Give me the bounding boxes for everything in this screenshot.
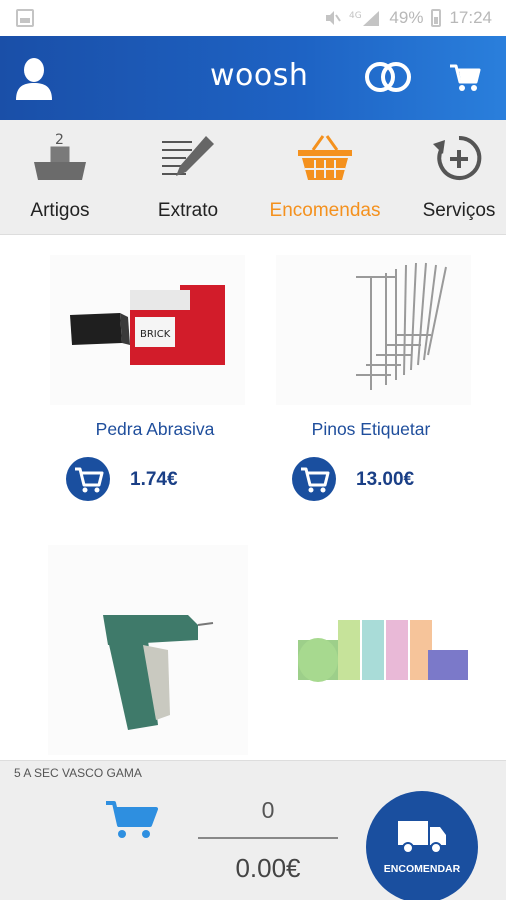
product-image[interactable]	[48, 545, 248, 755]
truck-icon	[398, 821, 446, 854]
product-price: 13.00€	[356, 469, 415, 490]
store-name: 5 A SEC VASCO GAMA	[14, 766, 142, 780]
product-image[interactable]	[276, 255, 471, 405]
add-to-cart-button[interactable]	[292, 457, 336, 501]
battery-percent: 49%	[389, 8, 424, 27]
cart-icon[interactable]	[448, 60, 482, 94]
battery-icon	[431, 9, 442, 27]
product-price: 1.74€	[130, 469, 178, 490]
basket-icon	[298, 135, 352, 180]
tab-label: Serviços	[422, 200, 496, 221]
product-grid: BRICK Pedra Abrasiva 1.74€ Pinos Etiquet…	[0, 235, 506, 760]
refresh-plus-icon	[433, 135, 482, 180]
document-pencil-icon	[162, 136, 214, 176]
app-logo: woosh	[210, 58, 309, 93]
clock: 17:24	[449, 8, 492, 27]
tab-extrato[interactable]: Extrato	[142, 120, 234, 235]
status-bar: 4G 49% 17:24	[0, 0, 506, 36]
tab-label: Encomendas	[269, 200, 381, 221]
cart-quantity: 0	[261, 797, 275, 823]
order-button[interactable]: ENCOMENDAR	[366, 791, 478, 900]
tagging-gun-image	[103, 615, 214, 730]
mute-icon	[326, 11, 342, 25]
product-image[interactable]	[288, 545, 483, 755]
tag-pins-image	[356, 262, 447, 390]
abrasive-stone-image: BRICK	[70, 285, 225, 365]
category-tabs: 2 Artigos Extrato Encomendas Serviços	[0, 120, 506, 235]
gallery-notification-icon	[16, 9, 34, 27]
tab-label: Extrato	[157, 200, 219, 221]
product-name[interactable]: Pinos Etiquetar	[226, 419, 506, 440]
tab-artigos[interactable]: 2 Artigos	[14, 120, 106, 235]
product-image[interactable]: BRICK	[50, 255, 245, 405]
tab-encomendas[interactable]: Encomendas	[254, 120, 396, 235]
tab-servicos[interactable]: Serviços	[412, 120, 506, 235]
svg-text:BRICK: BRICK	[140, 329, 171, 340]
add-to-cart-button[interactable]	[66, 457, 110, 501]
order-summary-bar: 5 A SEC VASCO GAMA 0 0.00€ ENCOMENDAR	[0, 760, 506, 900]
shelf-icon: 2	[34, 132, 86, 180]
cart-total: 0.00€	[235, 853, 301, 883]
paper-rolls-image	[298, 620, 468, 682]
divider	[198, 837, 338, 839]
cart-summary-icon[interactable]	[104, 799, 162, 841]
signal-icon: 4G	[349, 11, 380, 26]
cart-icon	[301, 467, 330, 493]
app-bar: woosh	[0, 36, 506, 120]
svg-text:2: 2	[55, 132, 64, 148]
order-button-label: ENCOMENDAR	[383, 863, 461, 875]
profile-icon[interactable]	[14, 56, 54, 100]
rings-icon[interactable]	[363, 60, 413, 94]
tab-label: Artigos	[30, 200, 90, 221]
status-indicators: 4G 49% 17:24	[323, 8, 492, 28]
cart-icon	[75, 467, 104, 493]
network-type: 4G	[349, 11, 362, 21]
